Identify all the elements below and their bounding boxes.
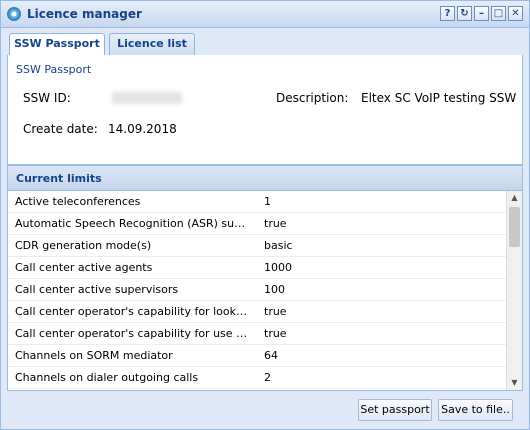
limit-name: Channels on dialer outgoing calls — [15, 371, 199, 384]
limit-name: Channels on SORM mediator — [15, 349, 173, 362]
limit-value: 100 — [264, 283, 285, 296]
description-value: Eltex SC VoIP testing SSW — [361, 91, 517, 105]
passport-panel: SSW Passport SSW ID: Description: Eltex … — [7, 55, 523, 165]
limit-name: Automatic Speech Recognition (ASR) subsy… — [15, 217, 250, 230]
help-icon[interactable]: ? — [440, 6, 455, 21]
window-title: Licence manager — [27, 7, 142, 21]
title-bar[interactable]: Licence manager ? ↻ – □ ✕ — [1, 1, 529, 28]
table-row[interactable]: Channels on SORM mediator 64 — [8, 345, 506, 367]
scroll-thumb[interactable] — [509, 207, 520, 247]
tab-bar: SSW Passport Licence list — [7, 31, 523, 56]
save-to-file-button[interactable]: Save to file.. — [438, 399, 513, 421]
app-icon — [7, 7, 21, 21]
current-limits-grid: Current limits Active teleconferences 1 Au… — [7, 165, 523, 391]
footer-toolbar: Set passport Save to file.. — [1, 391, 529, 429]
limit-value: true — [264, 217, 287, 230]
table-row[interactable]: Call center active agents 1000 — [8, 257, 506, 279]
close-icon[interactable]: ✕ — [508, 6, 523, 21]
limit-name: CDR generation mode(s) — [15, 239, 152, 252]
table-row[interactable]: Call center operator's capability for lo… — [8, 301, 506, 323]
table-row[interactable]: CDR generation mode(s) basic — [8, 235, 506, 257]
description-label: Description: — [276, 91, 349, 105]
limits-rows[interactable]: Active teleconferences 1 Automatic Speech … — [8, 191, 506, 390]
set-passport-button[interactable]: Set passport — [358, 399, 432, 421]
ssw-id-value-redacted — [112, 92, 182, 104]
licence-manager-window: Licence manager ? ↻ – □ ✕ SSW Passport L… — [0, 0, 530, 430]
scroll-down-icon[interactable]: ▼ — [507, 376, 522, 390]
vertical-scrollbar[interactable]: ▲ ▼ — [506, 191, 522, 390]
limit-value: 2 — [264, 371, 271, 384]
current-limits-title: Current limits — [8, 165, 522, 191]
limit-value: 64 — [264, 349, 278, 362]
scroll-up-icon[interactable]: ▲ — [507, 191, 522, 205]
window-tools: ? ↻ – □ ✕ — [440, 6, 523, 21]
limit-name: Call center operator's capability for lo… — [15, 305, 250, 318]
table-row[interactable]: Call center operator's capability for us… — [8, 323, 506, 345]
minimize-icon[interactable]: – — [474, 6, 489, 21]
table-row[interactable]: Channels on dialer outgoing calls 2 — [8, 367, 506, 389]
tab-licence-list[interactable]: Licence list — [109, 33, 195, 55]
table-row[interactable]: Active teleconferences 1 — [8, 191, 506, 213]
limit-name: Call center operator's capability for us… — [15, 327, 250, 340]
refresh-icon[interactable]: ↻ — [457, 6, 472, 21]
create-date-value: 14.09.2018 — [108, 122, 177, 136]
table-row[interactable]: Automatic Speech Recognition (ASR) subsy… — [8, 213, 506, 235]
limit-value: 1 — [264, 195, 271, 208]
tab-ssw-passport[interactable]: SSW Passport — [9, 33, 105, 56]
limit-name: Call center active supervisors — [15, 283, 179, 296]
limit-name: Active teleconferences — [15, 195, 141, 208]
table-row[interactable]: Clusters for 1 (for) codecs[e:1@...,:1,.… — [8, 389, 506, 390]
limit-value: true — [264, 327, 287, 340]
limit-value: true — [264, 305, 287, 318]
ssw-id-label: SSW ID: — [23, 91, 71, 105]
maximize-icon[interactable]: □ — [491, 6, 506, 21]
table-row[interactable]: Call center active supervisors 100 — [8, 279, 506, 301]
create-date-label: Create date: — [23, 122, 98, 136]
passport-section-title: SSW Passport — [16, 63, 92, 76]
limit-value: 1000 — [264, 261, 292, 274]
limit-name: Call center active agents — [15, 261, 153, 274]
limit-value: basic — [264, 239, 293, 252]
